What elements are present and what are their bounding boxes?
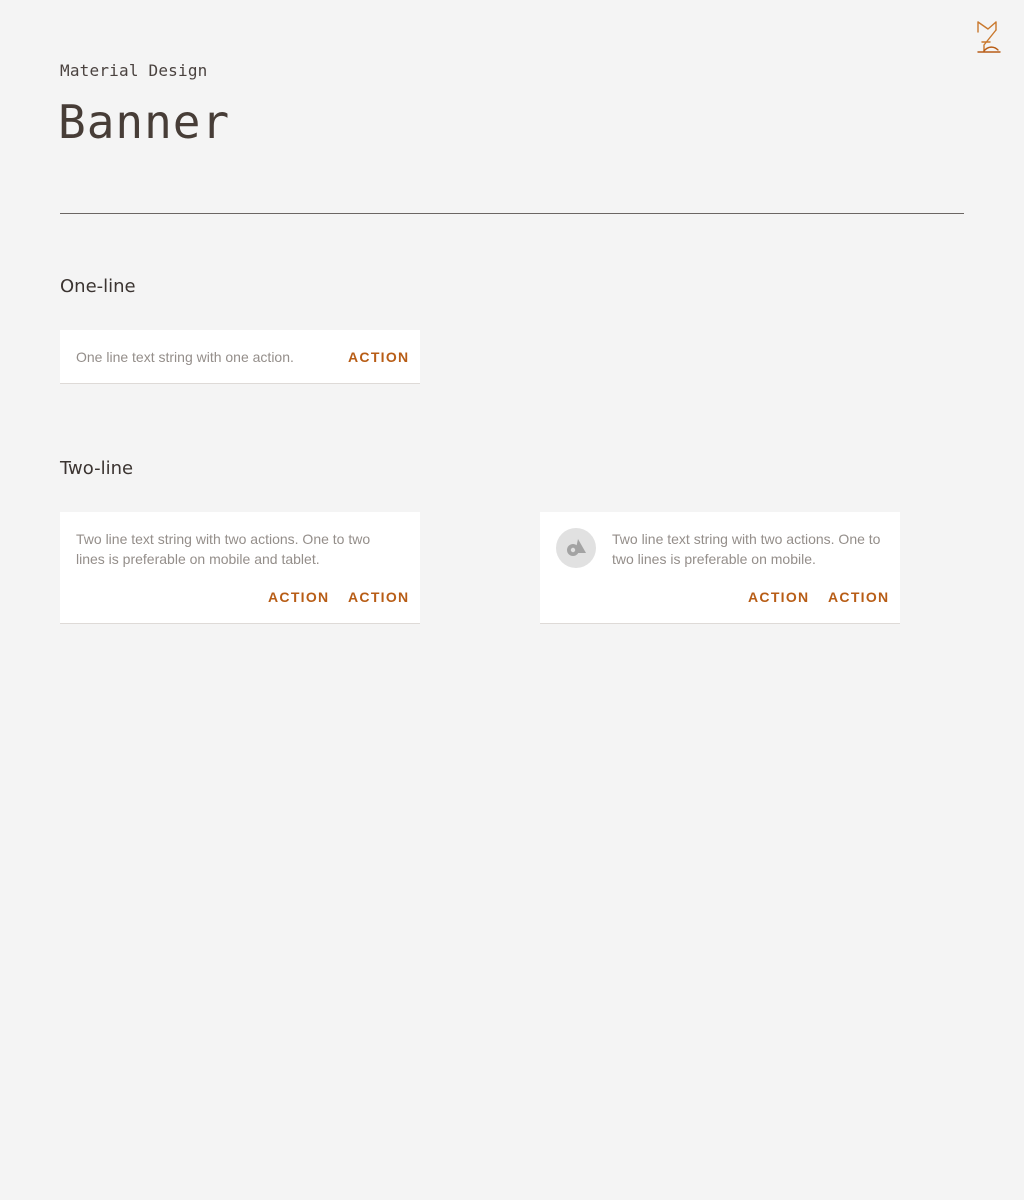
- title-divider: [60, 213, 964, 214]
- section-heading-one-line: One-line: [60, 276, 136, 297]
- page-eyebrow: Material Design: [60, 61, 208, 80]
- banner-text: Two line text string with two actions. O…: [76, 531, 371, 567]
- banner-avatar: [556, 528, 596, 568]
- action-button-secondary[interactable]: ACTION: [748, 587, 809, 607]
- action-button-primary[interactable]: ACTION: [348, 587, 409, 607]
- action-button-secondary[interactable]: ACTION: [268, 587, 329, 607]
- section-heading-two-line: Two-line: [60, 458, 134, 479]
- banner-two-line-with-icon: Two line text string with two actions. O…: [540, 512, 900, 623]
- action-button-primary[interactable]: ACTION: [828, 587, 889, 607]
- banner-text: Two line text string with two actions. O…: [612, 531, 881, 567]
- brand-logo-icon: [977, 21, 1001, 53]
- banner-two-line: Two line text string with two actions. O…: [60, 512, 420, 623]
- banner-one-line: One line text string with one action. AC…: [60, 330, 420, 383]
- image-placeholder-icon: [567, 539, 586, 556]
- banner-text: One line text string with one action.: [76, 349, 294, 365]
- action-button[interactable]: ACTION: [348, 347, 409, 367]
- page-title: Banner: [58, 95, 231, 149]
